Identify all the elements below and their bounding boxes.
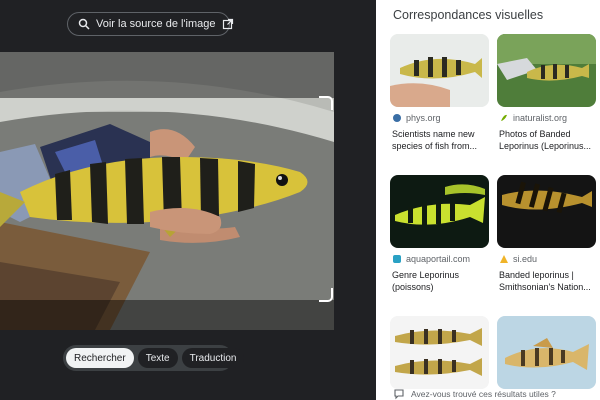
- result-thumbnail[interactable]: [497, 175, 596, 248]
- result-thumbnail[interactable]: [390, 316, 489, 389]
- image-viewer: Voir la source de l'image Rechercher Tex…: [0, 0, 376, 400]
- si-edu-favicon-icon: [499, 254, 509, 264]
- feedback-icon: [393, 388, 405, 400]
- result-site: inaturalist.org: [513, 113, 568, 123]
- result-thumbnail[interactable]: [390, 175, 489, 248]
- source-button-label: Voir la source de l'image: [96, 18, 216, 30]
- result-thumbnail[interactable]: [497, 316, 596, 389]
- open-in-new-icon: [222, 18, 234, 30]
- view-image-source-button[interactable]: Voir la source de l'image: [67, 12, 233, 36]
- results-heading: Correspondances visuelles: [393, 8, 544, 22]
- crop-dim-top: [0, 52, 334, 98]
- search-mode-switch: Rechercher Texte Traduction: [63, 345, 245, 371]
- feedback-text: Avez-vous trouvé ces résultats utiles ?: [411, 389, 556, 399]
- result-card[interactable]: aquaportail.com Genre Leporinus (poisson…: [390, 175, 489, 316]
- result-card[interactable]: [390, 316, 489, 389]
- mode-translate-button[interactable]: Traduction: [181, 348, 245, 368]
- crop-dim-bottom: [0, 300, 334, 330]
- results-grid: phys.org Scientists name new species of …: [390, 34, 596, 389]
- result-card[interactable]: phys.org Scientists name new species of …: [390, 34, 489, 175]
- crop-handle-top-right[interactable]: [319, 96, 333, 110]
- feedback-prompt[interactable]: Avez-vous trouvé ces résultats utiles ?: [393, 388, 556, 400]
- result-title[interactable]: Scientists name new species of fish from…: [392, 128, 487, 152]
- result-site: aquaportail.com: [406, 254, 471, 264]
- result-title[interactable]: Genre Leporinus (poissons): [392, 269, 487, 293]
- mode-search-button[interactable]: Rechercher: [66, 348, 134, 368]
- result-thumbnail[interactable]: [497, 34, 596, 107]
- result-title[interactable]: Banded leporinus | Smithsonian's Nation.…: [499, 269, 594, 293]
- query-image[interactable]: [0, 52, 334, 330]
- result-card[interactable]: si.edu Banded leporinus | Smithsonian's …: [497, 175, 596, 316]
- result-site: si.edu: [513, 254, 538, 264]
- result-card[interactable]: inaturalist.org Photos of Banded Leporin…: [497, 34, 596, 175]
- results-panel: Correspondances visuelles phys.org Scien…: [376, 0, 600, 400]
- mode-text-button[interactable]: Texte: [137, 348, 178, 368]
- result-card[interactable]: [497, 316, 596, 389]
- result-site: phys.org: [406, 113, 441, 123]
- inaturalist-favicon-icon: [499, 113, 509, 123]
- lens-icon: [78, 18, 90, 30]
- result-thumbnail[interactable]: [390, 34, 489, 107]
- aquaportail-favicon-icon: [392, 254, 402, 264]
- crop-handle-bottom-right[interactable]: [319, 288, 333, 302]
- result-title[interactable]: Photos of Banded Leporinus (Leporinus...: [499, 128, 594, 152]
- phys-org-favicon-icon: [392, 113, 402, 123]
